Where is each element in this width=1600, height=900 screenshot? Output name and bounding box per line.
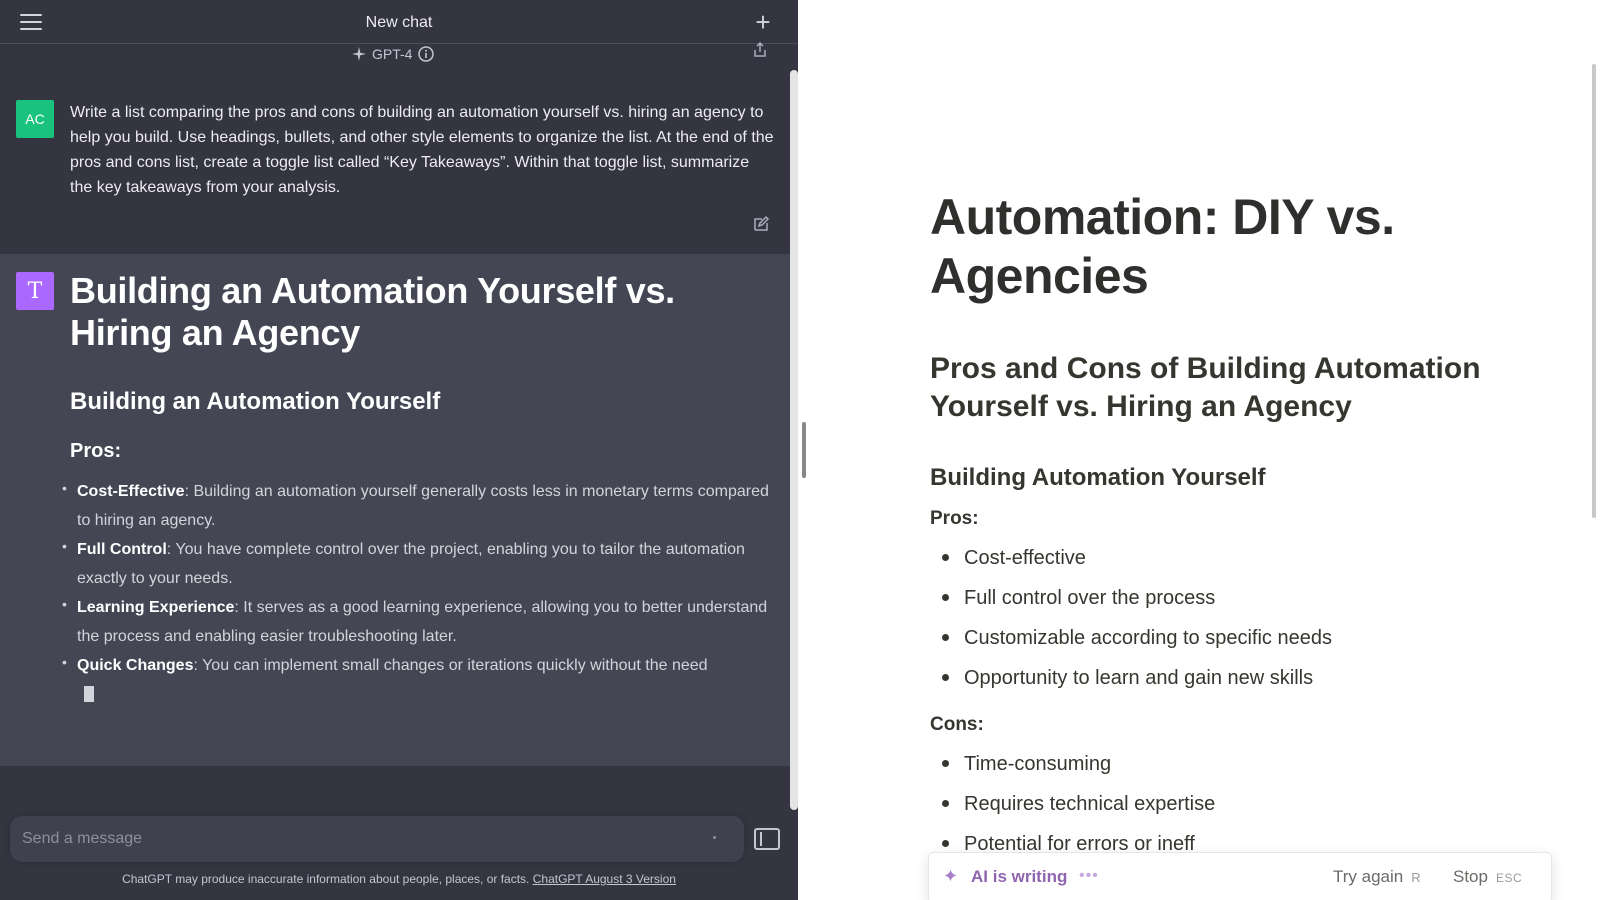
chat-title: New chat [365,14,433,31]
message-composer [10,816,744,862]
disclaimer: ChatGPT may produce inaccurate informati… [0,872,798,886]
info-icon[interactable] [418,46,435,62]
notion-document: Automation: DIY vs. Agencies Pros and Co… [930,188,1490,864]
message-input[interactable] [22,824,702,854]
assistant-response: Building an Automation Yourself vs. Hiri… [62,270,770,712]
try-again-shortcut: R [1411,870,1421,885]
item-text: : You have complete control over the pro… [77,541,745,587]
response-pros-label: Pros: [70,440,122,462]
plus-icon[interactable]: + [752,9,774,35]
user-message-text: Write a list comparing the pros and cons… [70,104,774,196]
pros-label[interactable]: Pros: [930,508,1490,530]
try-again-button[interactable]: Try again R [1333,867,1421,887]
heading-3[interactable]: Building Automation Yourself [930,464,1490,492]
send-indicator-icon [713,836,716,839]
disclaimer-text: ChatGPT may produce inaccurate informati… [122,872,533,886]
response-heading-1: Building an Automation Yourself vs. Hiri… [70,270,675,353]
chat-scrollbar[interactable] [790,70,798,810]
try-again-label: Try again [1333,867,1404,886]
model-row: GPT-4 [0,44,790,80]
item-term: Learning Experience [77,599,235,616]
user-avatar: AC [16,100,54,138]
response-heading-2: Building an Automation Yourself [70,388,441,415]
model-indicator[interactable]: GPT-4 [352,46,435,62]
list-item: Quick Changes: You can implement small c… [62,648,770,712]
menu-icon[interactable] [20,14,42,30]
share-icon[interactable] [752,42,768,58]
typing-cursor [84,686,94,702]
list-item: Full Control: You have complete control … [62,532,770,593]
edit-icon[interactable] [752,215,770,233]
list-item[interactable]: Opportunity to learn and gain new skills [930,658,1490,698]
response-pros-list: Cost-Effective: Building an automation y… [62,474,770,712]
item-term: Cost-Effective [77,483,185,500]
assistant-message: T Building an Automation Yourself vs. Hi… [0,254,790,766]
ai-writing-bar: ✦ AI is writing ••• Try again R Stop ESC [928,852,1552,900]
cons-label[interactable]: Cons: [930,714,1490,736]
pros-list: Cost-effective Full control over the pro… [930,538,1490,698]
list-item[interactable]: Time-consuming [930,744,1490,784]
sidebar-toggle-icon[interactable] [754,828,780,850]
item-text: : You can implement small changes or ite… [193,657,708,674]
heading-2[interactable]: Pros and Cons of Building Automation You… [930,350,1490,426]
item-term: Full Control [77,541,167,558]
pane-resize-handle[interactable] [802,422,806,478]
model-name: GPT-4 [372,46,413,62]
stop-button[interactable]: Stop ESC [1453,867,1522,887]
stop-shortcut: ESC [1495,871,1523,885]
chat-header: New chat + [0,0,798,44]
version-link[interactable]: ChatGPT August 3 Version [533,872,676,886]
stop-label: Stop [1453,867,1488,886]
assistant-avatar: T [16,272,54,310]
list-item: Cost-Effective: Building an automation y… [62,474,770,535]
page-title[interactable]: Automation: DIY vs. Agencies [930,188,1490,306]
cons-list: Time-consuming Requires technical expert… [930,744,1490,864]
loading-dots-icon: ••• [1079,867,1099,884]
ai-status: AI is writing [971,867,1068,886]
chatgpt-pane: New chat + GPT-4 AC Write a list compari… [0,0,798,900]
list-item[interactable]: Full control over the process [930,578,1490,618]
list-item[interactable]: Requires technical expertise [930,784,1490,824]
list-item[interactable]: Customizable according to specific needs [930,618,1490,658]
notion-pane: Automation: DIY vs. Agencies Pros and Co… [808,0,1600,900]
notion-scrollbar[interactable] [1592,64,1596,518]
sparkle-icon [352,47,366,61]
list-item: Learning Experience: It serves as a good… [62,590,770,651]
list-item[interactable]: Cost-effective [930,538,1490,578]
item-term: Quick Changes [77,657,194,674]
ai-sparkle-icon: ✦ [943,866,959,886]
user-message: AC Write a list comparing the pros and c… [0,80,790,254]
